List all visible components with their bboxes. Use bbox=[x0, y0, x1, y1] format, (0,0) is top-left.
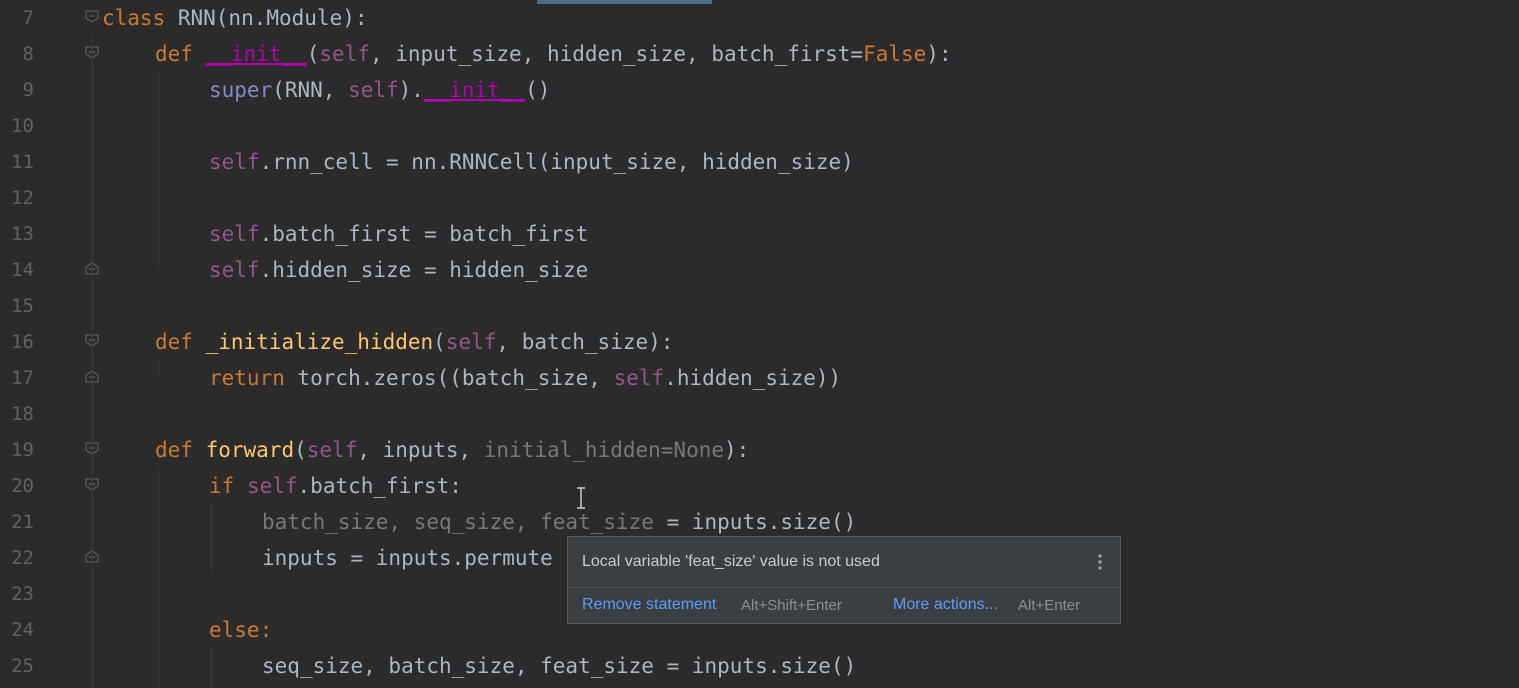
self-keyword: self bbox=[319, 42, 370, 66]
code-text: (RNN, bbox=[272, 78, 349, 102]
code-line[interactable]: self.rnn_cell = nn.RNNCell(input_size, h… bbox=[209, 144, 854, 180]
code-text: torch.zeros((batch_size, bbox=[284, 366, 614, 390]
self-keyword: self bbox=[209, 150, 260, 174]
tooltip-message: Local variable 'feat_size' value is not … bbox=[582, 553, 880, 570]
code-text: .rnn_cell = nn.RNNCell(input_size, hidde… bbox=[259, 150, 854, 174]
more-actions-link[interactable]: More actions... bbox=[893, 596, 998, 614]
code-line[interactable]: seq_size, batch_size, feat_size = inputs… bbox=[262, 648, 856, 684]
code-text: , batch_size): bbox=[496, 330, 674, 354]
function-name: _initialize_hidden bbox=[205, 330, 434, 354]
code-text: = inputs.size() bbox=[653, 510, 857, 534]
keyword: if bbox=[209, 474, 235, 498]
code-line[interactable]: def __init__(self, input_size, hidden_si… bbox=[155, 36, 952, 72]
code-text: inputs = inputs.permute bbox=[262, 546, 553, 570]
code-text: ( bbox=[306, 42, 320, 66]
code-line[interactable]: else: bbox=[209, 612, 272, 648]
code-text: .hidden_size = hidden_size bbox=[259, 258, 589, 282]
code-text: ( bbox=[433, 330, 446, 354]
more-vertical-icon[interactable] bbox=[1094, 551, 1106, 573]
keyword: class bbox=[102, 6, 166, 30]
keyword: def bbox=[155, 330, 193, 354]
self-keyword: self bbox=[209, 258, 260, 282]
code-line[interactable]: batch_size, seq_size, feat_size = inputs… bbox=[262, 504, 856, 540]
self-keyword: self bbox=[306, 438, 358, 462]
code-line[interactable]: class RNN(nn.Module): bbox=[102, 0, 368, 36]
magic-method: __init__ bbox=[423, 78, 526, 102]
code-line[interactable]: return torch.zeros((batch_size, self.hid… bbox=[209, 360, 841, 396]
code-text: () bbox=[525, 78, 551, 102]
unused-parameter: initial_hidden=None bbox=[483, 438, 724, 462]
builtin: super bbox=[209, 78, 273, 102]
remove-statement-shortcut: Alt+Shift+Enter bbox=[741, 597, 842, 614]
keyword: return bbox=[209, 366, 285, 390]
more-actions-shortcut: Alt+Enter bbox=[1018, 597, 1081, 614]
code-text: ): bbox=[926, 42, 952, 66]
code-line[interactable]: self.hidden_size = hidden_size bbox=[209, 252, 588, 288]
code-text: RNN(nn.Module): bbox=[165, 6, 368, 30]
self-keyword: self bbox=[209, 222, 260, 246]
code-text: ): bbox=[724, 438, 750, 462]
code-text: ( bbox=[294, 438, 307, 462]
text-cursor-icon bbox=[577, 487, 585, 509]
code-text: .batch_first = batch_first bbox=[259, 222, 589, 246]
code-text: , inputs, bbox=[357, 438, 484, 462]
code-text: .batch_first: bbox=[297, 474, 462, 498]
code-line[interactable]: super(RNN, self).__init__() bbox=[209, 72, 550, 108]
unused-variables: batch_size, seq_size, feat_size bbox=[262, 510, 654, 534]
code-text: , input_size, hidden_size, batch_first= bbox=[369, 42, 864, 66]
tooltip-divider bbox=[568, 587, 1120, 588]
code-line[interactable]: def _initialize_hidden(self, batch_size)… bbox=[155, 324, 673, 360]
keyword: False bbox=[863, 42, 927, 66]
self-keyword: self bbox=[445, 330, 497, 354]
code-line[interactable]: inputs = inputs.permute bbox=[262, 540, 553, 576]
code-line[interactable]: if self.batch_first: bbox=[209, 468, 462, 504]
keyword: def bbox=[155, 42, 193, 66]
inspection-tooltip: Local variable 'feat_size' value is not … bbox=[567, 536, 1121, 624]
magic-method: __init__ bbox=[205, 42, 307, 66]
self-keyword: self bbox=[246, 474, 298, 498]
remove-statement-link[interactable]: Remove statement bbox=[582, 596, 716, 614]
code-text: seq_size, batch_size, feat_size = inputs… bbox=[262, 654, 857, 678]
code-line[interactable]: def forward(self, inputs, initial_hidden… bbox=[155, 432, 749, 468]
code-text: .hidden_size)) bbox=[664, 366, 842, 390]
self-keyword: self bbox=[348, 78, 399, 102]
code-line[interactable]: self.batch_first = batch_first bbox=[209, 216, 588, 252]
code-text: ). bbox=[398, 78, 424, 102]
keyword: else: bbox=[209, 618, 273, 642]
keyword: def bbox=[155, 438, 193, 462]
function-name: forward bbox=[205, 438, 295, 462]
self-keyword: self bbox=[613, 366, 665, 390]
